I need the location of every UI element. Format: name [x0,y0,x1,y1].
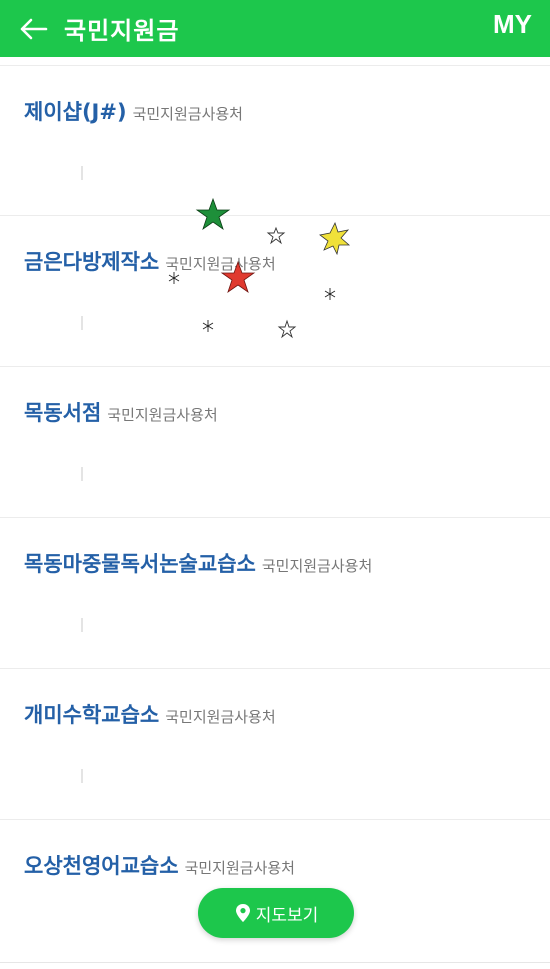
divider [81,467,83,481]
location-pin-icon [235,904,250,922]
list-item[interactable]: 제이샵(J#) 국민지원금사용처 [0,65,550,214]
store-name-label: 금은다방제작소 국민지원금사용처 [24,246,276,276]
store-name: 제이샵(J#) [24,100,127,124]
store-name-label: 오상천영어교습소 국민지원금사용처 [24,850,295,880]
store-tag: 국민지원금사용처 [184,859,295,877]
store-name-label: 목동서점 국민지원금사용처 [24,397,218,427]
store-name-label: 목동마중물독서논술교습소 국민지원금사용처 [24,548,372,578]
store-tag: 국민지원금사용처 [107,406,218,424]
list-item[interactable]: 목동서점 국민지원금사용처 [0,366,550,515]
app-header: 국민지원금 MY [0,0,550,57]
divider [81,618,83,632]
my-button[interactable]: MY [493,9,532,40]
list-item[interactable]: 개미수학교습소 국민지원금사용처 [0,668,550,817]
back-button[interactable] [14,10,52,48]
store-name: 목동마중물독서논술교습소 [24,552,256,576]
list-item[interactable]: 목동마중물독서논술교습소 국민지원금사용처 [0,517,550,666]
store-name: 금은다방제작소 [24,250,160,274]
store-name: 목동서점 [24,401,102,425]
divider [81,316,83,330]
list-item[interactable]: 금은다방제작소 국민지원금사용처 [0,215,550,364]
store-tag: 국민지원금사용처 [132,105,243,123]
page-title: 국민지원금 [64,17,180,45]
store-name-label: 개미수학교습소 국민지원금사용처 [24,699,276,729]
store-tag: 국민지원금사용처 [165,255,276,273]
store-name: 개미수학교습소 [24,703,160,727]
bottom-divider [0,962,550,963]
store-name-label: 제이샵(J#) 국민지원금사용처 [24,96,243,126]
divider [81,166,83,180]
store-tag: 국민지원금사용처 [165,708,276,726]
map-view-label: 지도보기 [255,905,319,926]
store-tag: 국민지원금사용처 [261,557,373,575]
divider [81,769,83,783]
arrow-left-icon [20,18,48,40]
store-name: 오상천영어교습소 [24,854,179,878]
map-view-button[interactable]: 지도보기 [198,888,354,938]
